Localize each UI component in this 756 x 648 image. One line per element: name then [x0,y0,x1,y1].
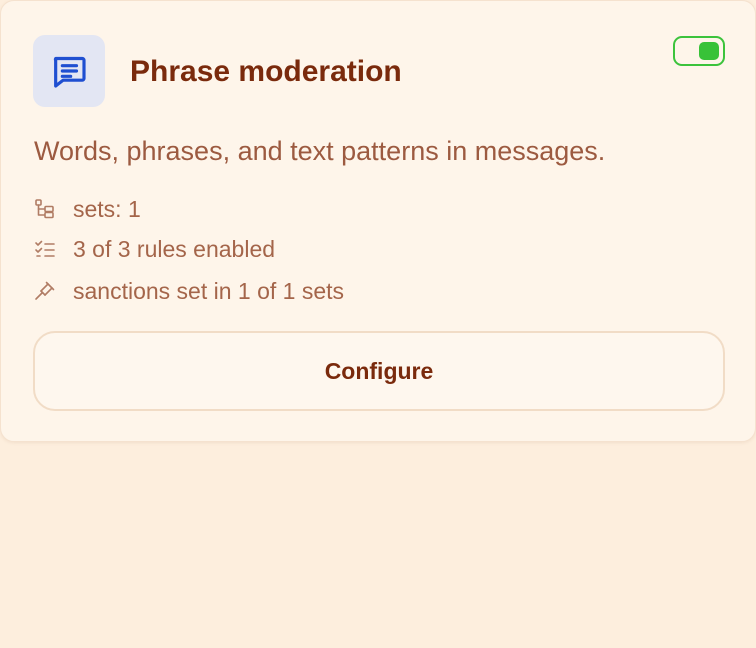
card-title: Phrase moderation [130,55,402,88]
stat-sanctions: sanctions set in 1 of 1 sets [33,277,344,305]
card-description: Words, phrases, and text patterns in mes… [34,136,606,166]
toggle-knob [699,42,719,60]
checklist-icon [33,237,57,261]
stat-sanctions-text: sanctions set in 1 of 1 sets [73,278,345,304]
sets-tree-icon [33,197,57,221]
stat-rules: 3 of 3 rules enabled [33,235,275,263]
message-text-icon [33,35,105,107]
gavel-icon [33,279,57,303]
configure-button[interactable]: Configure [33,331,725,411]
stat-rules-text: 3 of 3 rules enabled [73,236,276,262]
enable-toggle[interactable] [673,36,725,66]
phrase-moderation-card: Phrase moderation Words, phrases, and te… [0,0,756,442]
stat-sets: sets: 1 [33,195,141,223]
stat-sets-text: sets: 1 [73,196,141,222]
